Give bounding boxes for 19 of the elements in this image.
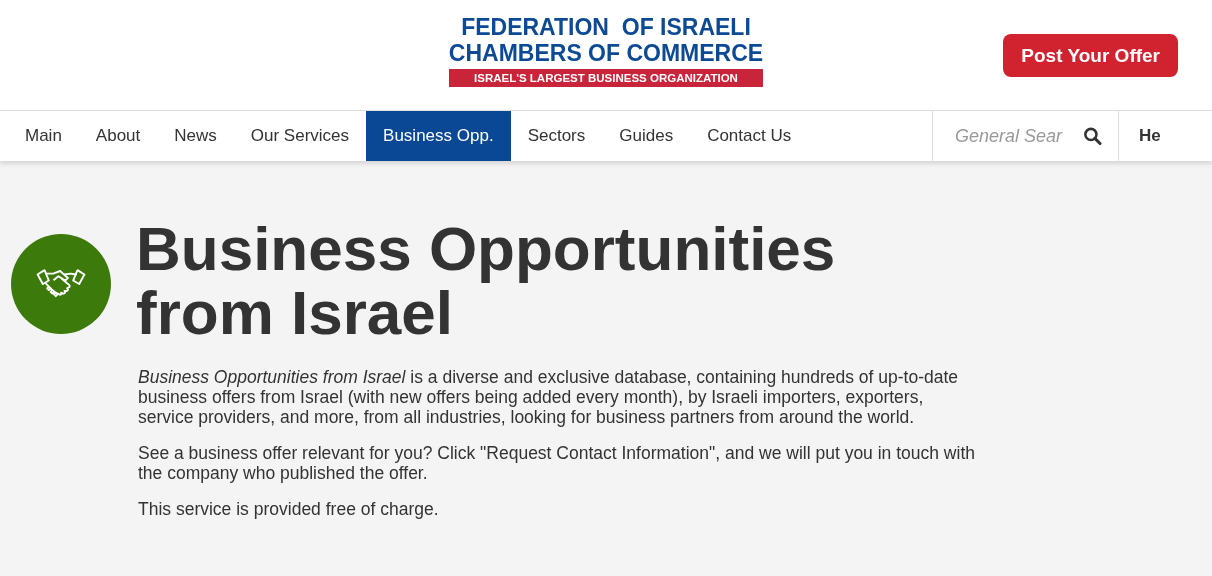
intro-paragraph: Business Opportunities from Israel is a diverse and exclusive database, containing hundreds of up-to-date business offers from Israel (with new offers being added every month), by Israeli importers, exporters, service providers, and more, from all industries, looking for business partners from around the world. [138,367,960,427]
search-field[interactable]: General Sear [953,124,1077,148]
nav-tab[interactable]: Our Services [233,111,367,161]
logo-tagline: ISRAEL'S LARGEST BUSINESS ORGANIZATION [448,69,764,87]
post-offer-button[interactable]: Post Your Offer [1003,34,1178,77]
intro-paragraph: This service is provided free of charge. [138,499,440,519]
logo[interactable]: FEDERATION OF ISRAELI CHAMBERS OF COMMERCE ISRAEL'S LARGEST BUSINESS ORGANIZATION [448,14,764,87]
nav-tab[interactable]: Business Opp. [366,111,511,161]
logo-title: FEDERATION OF ISRAELI [460,14,752,40]
logo-title: CHAMBERS OF COMMERCE [448,40,764,66]
nav-tab[interactable]: Contact Us [690,111,809,161]
nav-tab[interactable]: Sectors [510,111,603,161]
language-link[interactable]: He [1118,111,1212,161]
nav-tab[interactable]: Guides [602,111,691,161]
intro-paragraph: See a business offer relevant for you? Click "Request Contact Information", and we will put you in touch with the company who published the offer. [138,443,976,483]
nav-tab[interactable]: Main [8,111,79,161]
nav-tab[interactable]: About [78,111,158,161]
page-title: Business Opportunities from Israel [136,217,837,345]
nav-tab[interactable]: News [157,111,234,161]
